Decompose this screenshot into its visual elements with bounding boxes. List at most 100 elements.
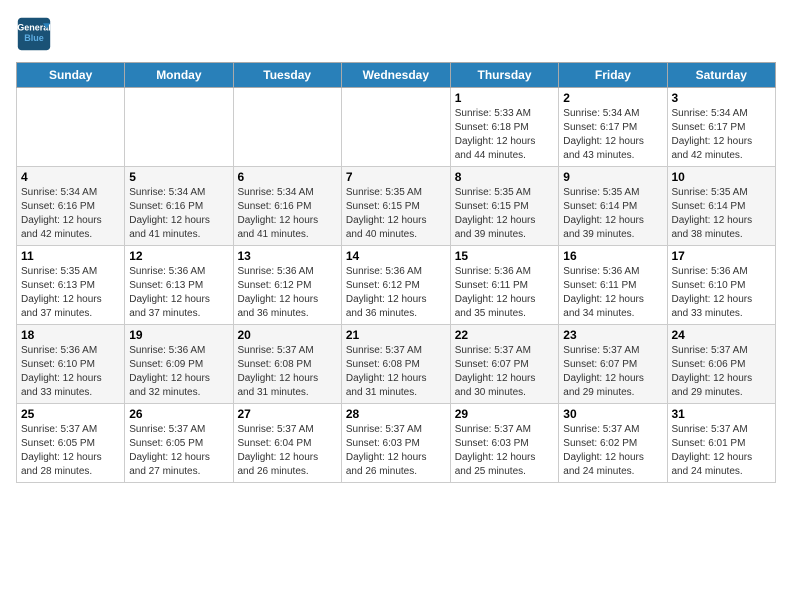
day-number: 5 [129,170,228,184]
day-number: 14 [346,249,446,263]
day-number: 9 [563,170,662,184]
day-info: Sunrise: 5:34 AM Sunset: 6:16 PM Dayligh… [238,186,337,242]
day-info: Sunrise: 5:37 AM Sunset: 6:08 PM Dayligh… [238,344,337,400]
calendar-header-tuesday: Tuesday [233,63,341,88]
day-number: 31 [672,407,772,421]
svg-text:Blue: Blue [24,33,44,43]
calendar-week-row: 1Sunrise: 5:33 AM Sunset: 6:18 PM Daylig… [17,88,776,167]
calendar-week-row: 4 Sunrise: 5:34 AM Sunset: 6:16 PM Daylig… [17,167,776,246]
day-number: 3 [672,91,772,105]
day-info: Sunrise: 5:34 AM Sunset: 6:17 PM Dayligh… [563,107,662,163]
day-info: Sunrise: 5:36 AM Sunset: 6:11 PM Dayligh… [455,265,555,321]
calendar-cell: 14Sunrise: 5:36 AM Sunset: 6:12 PM Dayli… [341,246,450,325]
calendar-cell [233,88,341,167]
day-number: 4 [21,170,120,184]
calendar-cell: 24Sunrise: 5:37 AM Sunset: 6:06 PM Dayli… [667,325,776,404]
calendar-cell: 27Sunrise: 5:37 AM Sunset: 6:04 PM Dayli… [233,404,341,483]
day-info: Sunrise: 5:34 AM Sunset: 6:17 PM Dayligh… [672,107,772,163]
calendar-cell [17,88,125,167]
day-number: 6 [238,170,337,184]
day-number: 20 [238,328,337,342]
day-info: Sunrise: 5:35 AM Sunset: 6:15 PM Dayligh… [346,186,446,242]
calendar-cell [341,88,450,167]
calendar-cell: 12 Sunrise: 5:36 AM Sunset: 6:13 PM Dayli… [125,246,233,325]
day-info: Sunrise: 5:34 AM Sunset: 6:16 PM Dayligh… [21,186,120,242]
calendar-header-monday: Monday [125,63,233,88]
calendar-body: 1Sunrise: 5:33 AM Sunset: 6:18 PM Daylig… [17,88,776,483]
calendar-cell: 3 Sunrise: 5:34 AM Sunset: 6:17 PM Daylig… [667,88,776,167]
day-number: 18 [21,328,120,342]
day-number: 8 [455,170,555,184]
calendar-cell: 9 Sunrise: 5:35 AM Sunset: 6:14 PM Daylig… [559,167,667,246]
day-info: Sunrise: 5:37 AM Sunset: 6:03 PM Dayligh… [346,423,446,479]
day-info: Sunrise: 5:36 AM Sunset: 6:13 PM Dayligh… [129,265,228,321]
calendar-cell: 16 Sunrise: 5:36 AM Sunset: 6:11 PM Dayli… [559,246,667,325]
calendar-week-row: 11 Sunrise: 5:35 AM Sunset: 6:13 PM Dayli… [17,246,776,325]
calendar-week-row: 18 Sunrise: 5:36 AM Sunset: 6:10 PM Dayli… [17,325,776,404]
day-info: Sunrise: 5:35 AM Sunset: 6:13 PM Dayligh… [21,265,120,321]
day-info: Sunrise: 5:37 AM Sunset: 6:07 PM Dayligh… [455,344,555,400]
day-info: Sunrise: 5:37 AM Sunset: 6:02 PM Dayligh… [563,423,662,479]
calendar-cell: 30 Sunrise: 5:37 AM Sunset: 6:02 PM Dayli… [559,404,667,483]
calendar-cell: 26 Sunrise: 5:37 AM Sunset: 6:05 PM Dayli… [125,404,233,483]
logo-icon: General Blue [16,16,52,52]
day-number: 19 [129,328,228,342]
calendar-cell: 31Sunrise: 5:37 AM Sunset: 6:01 PM Dayli… [667,404,776,483]
day-number: 21 [346,328,446,342]
calendar-header-friday: Friday [559,63,667,88]
day-info: Sunrise: 5:35 AM Sunset: 6:14 PM Dayligh… [672,186,772,242]
calendar-cell: 23 Sunrise: 5:37 AM Sunset: 6:07 PM Dayli… [559,325,667,404]
day-number: 2 [563,91,662,105]
day-info: Sunrise: 5:36 AM Sunset: 6:10 PM Dayligh… [672,265,772,321]
day-number: 25 [21,407,120,421]
header: General Blue [16,16,776,52]
day-number: 24 [672,328,772,342]
calendar-cell: 17 Sunrise: 5:36 AM Sunset: 6:10 PM Dayli… [667,246,776,325]
day-info: Sunrise: 5:36 AM Sunset: 6:10 PM Dayligh… [21,344,120,400]
day-info: Sunrise: 5:33 AM Sunset: 6:18 PM Dayligh… [455,107,555,163]
day-info: Sunrise: 5:37 AM Sunset: 6:07 PM Dayligh… [563,344,662,400]
day-number: 30 [563,407,662,421]
day-info: Sunrise: 5:36 AM Sunset: 6:11 PM Dayligh… [563,265,662,321]
day-info: Sunrise: 5:35 AM Sunset: 6:14 PM Dayligh… [563,186,662,242]
calendar-cell: 15 Sunrise: 5:36 AM Sunset: 6:11 PM Dayli… [450,246,559,325]
day-info: Sunrise: 5:37 AM Sunset: 6:03 PM Dayligh… [455,423,555,479]
calendar-cell: 6 Sunrise: 5:34 AM Sunset: 6:16 PM Daylig… [233,167,341,246]
day-info: Sunrise: 5:37 AM Sunset: 6:08 PM Dayligh… [346,344,446,400]
calendar-cell: 11 Sunrise: 5:35 AM Sunset: 6:13 PM Dayli… [17,246,125,325]
logo: General Blue [16,16,56,52]
day-number: 26 [129,407,228,421]
calendar-cell: 19 Sunrise: 5:36 AM Sunset: 6:09 PM Dayli… [125,325,233,404]
day-info: Sunrise: 5:36 AM Sunset: 6:12 PM Dayligh… [238,265,337,321]
day-number: 28 [346,407,446,421]
calendar-cell: 13 Sunrise: 5:36 AM Sunset: 6:12 PM Dayli… [233,246,341,325]
calendar-header-wednesday: Wednesday [341,63,450,88]
day-number: 16 [563,249,662,263]
day-number: 27 [238,407,337,421]
day-number: 22 [455,328,555,342]
calendar-header-thursday: Thursday [450,63,559,88]
day-number: 17 [672,249,772,263]
calendar-cell [125,88,233,167]
day-number: 15 [455,249,555,263]
day-number: 23 [563,328,662,342]
day-info: Sunrise: 5:34 AM Sunset: 6:16 PM Dayligh… [129,186,228,242]
calendar-cell: 20 Sunrise: 5:37 AM Sunset: 6:08 PM Dayli… [233,325,341,404]
calendar-cell: 7 Sunrise: 5:35 AM Sunset: 6:15 PM Daylig… [341,167,450,246]
calendar-cell: 29 Sunrise: 5:37 AM Sunset: 6:03 PM Dayli… [450,404,559,483]
day-info: Sunrise: 5:36 AM Sunset: 6:09 PM Dayligh… [129,344,228,400]
calendar-cell: 25Sunrise: 5:37 AM Sunset: 6:05 PM Dayli… [17,404,125,483]
day-number: 12 [129,249,228,263]
day-number: 13 [238,249,337,263]
calendar-cell: 10 Sunrise: 5:35 AM Sunset: 6:14 PM Dayli… [667,167,776,246]
day-info: Sunrise: 5:37 AM Sunset: 6:05 PM Dayligh… [129,423,228,479]
calendar-cell: 28 Sunrise: 5:37 AM Sunset: 6:03 PM Dayli… [341,404,450,483]
day-number: 10 [672,170,772,184]
calendar-header-sunday: Sunday [17,63,125,88]
calendar-table: SundayMondayTuesdayWednesdayThursdayFrid… [16,62,776,483]
calendar-header-row: SundayMondayTuesdayWednesdayThursdayFrid… [17,63,776,88]
calendar-cell: 21 Sunrise: 5:37 AM Sunset: 6:08 PM Dayli… [341,325,450,404]
day-number: 11 [21,249,120,263]
day-number: 7 [346,170,446,184]
day-number: 29 [455,407,555,421]
